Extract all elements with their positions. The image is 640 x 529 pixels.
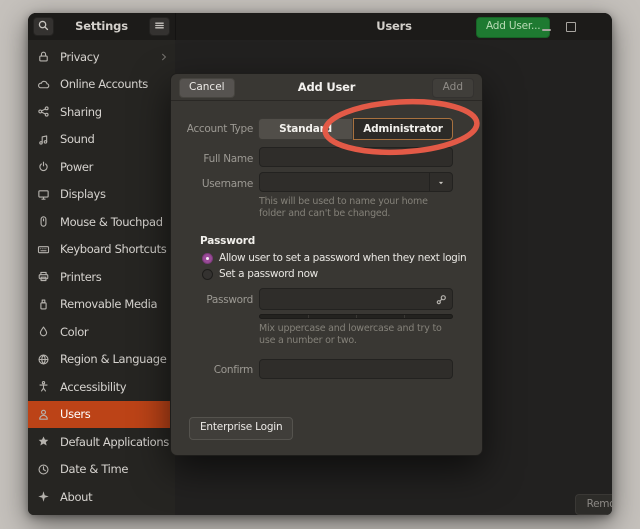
sidebar-item-label: Users — [60, 407, 169, 421]
enterprise-login-button[interactable]: Enterprise Login — [189, 417, 293, 440]
keyboard-icon — [37, 242, 51, 256]
generate-password-icon[interactable] — [434, 292, 448, 311]
clock-icon — [37, 462, 51, 476]
maximize-icon[interactable] — [566, 22, 576, 32]
sidebar-item-label: Printers — [60, 270, 169, 284]
sidebar-item-label: Region & Language — [60, 352, 169, 366]
dialog-header: Add User Cancel Add — [171, 74, 482, 101]
globe-icon — [37, 352, 51, 366]
accessibility-icon — [37, 380, 51, 394]
remove-user-button[interactable]: Remove User... — [575, 494, 612, 515]
sidebar-item-label: About — [60, 490, 169, 504]
sidebar-item-sound[interactable]: Sound — [28, 126, 175, 154]
chevron-right-icon — [159, 47, 169, 66]
username-dropdown-button[interactable] — [429, 173, 452, 191]
sidebar-item-mouse-touchpad[interactable]: Mouse & Touchpad — [28, 208, 175, 236]
sidebar-item-date-time[interactable]: Date & Time — [28, 456, 175, 484]
sidebar-item-label: Sound — [60, 132, 169, 146]
about-icon — [37, 490, 51, 504]
printer-icon — [37, 270, 51, 284]
sidebar-item-keyboard-shortcuts[interactable]: Keyboard Shortcuts — [28, 236, 175, 264]
add-user-dialog: Add User Cancel Add Account Type Standar… — [170, 73, 483, 456]
hamburger-icon — [153, 17, 166, 36]
sidebar-item-label: Online Accounts — [60, 77, 169, 91]
password-input[interactable] — [259, 288, 453, 310]
chevron-down-icon — [436, 173, 446, 192]
sidebar-item-removable-media[interactable]: Removable Media — [28, 291, 175, 319]
password-strength-bar — [259, 314, 453, 319]
cloud-icon — [37, 77, 51, 91]
sidebar-item-color[interactable]: Color — [28, 318, 175, 346]
headerbar-left: Settings — [28, 13, 176, 40]
menu-button[interactable] — [149, 17, 170, 36]
username-label: Username — [171, 178, 253, 190]
mouse-icon — [37, 215, 51, 229]
sidebar-item-displays[interactable]: Displays — [28, 181, 175, 209]
account-type-label: Account Type — [171, 123, 253, 135]
sidebar-item-label: Removable Media — [60, 297, 169, 311]
share-icon — [37, 105, 51, 119]
radio-row-next-login[interactable]: Allow user to set a password when they n… — [202, 252, 466, 264]
radio-selected-icon — [202, 253, 213, 264]
sidebar-item-label: Color — [60, 325, 169, 339]
password-hint: Mix uppercase and lowercase and try to u… — [259, 323, 455, 346]
sidebar-item-label: Sharing — [60, 105, 169, 119]
password-label: Password — [171, 294, 253, 306]
power-icon — [37, 160, 51, 174]
confirm-input[interactable] — [259, 359, 453, 379]
removable-media-icon — [37, 297, 51, 311]
headerbar-right: Users Add User... — [176, 13, 612, 40]
account-type-segment: Standard Administrator — [258, 118, 453, 140]
sidebar-item-label: Default Applications — [60, 435, 169, 449]
sidebar-item-region-language[interactable]: Region & Language — [28, 346, 175, 374]
sidebar: Privacy Online Accounts Sharing Sound Power D… — [28, 40, 175, 515]
settings-window: Settings Users Add User... Privacy Online… — [28, 13, 612, 515]
sidebar-item-sharing[interactable]: Sharing — [28, 98, 175, 126]
sidebar-item-label: Accessibility — [60, 380, 169, 394]
star-icon — [37, 435, 51, 449]
headerbar: Settings Users Add User... — [28, 13, 612, 40]
sidebar-item-default-applications[interactable]: Default Applications — [28, 428, 175, 456]
username-combobox[interactable] — [259, 172, 453, 192]
sound-icon — [37, 132, 51, 146]
cancel-button[interactable]: Cancel — [179, 78, 235, 98]
password-section-title: Password — [200, 235, 255, 247]
full-name-input[interactable] — [259, 147, 453, 167]
minimize-icon[interactable] — [542, 29, 551, 31]
sidebar-item-label: Privacy — [60, 50, 159, 64]
radio-set-now-label: Set a password now — [219, 268, 318, 280]
add-user-button[interactable]: Add User... — [476, 17, 550, 38]
sidebar-item-power[interactable]: Power — [28, 153, 175, 181]
display-icon — [37, 187, 51, 201]
standard-option[interactable]: Standard — [258, 118, 353, 140]
sidebar-item-label: Displays — [60, 187, 169, 201]
add-button[interactable]: Add — [432, 78, 474, 98]
sidebar-item-about[interactable]: About — [28, 483, 175, 511]
sidebar-item-users[interactable]: Users — [28, 401, 175, 429]
sidebar-item-printers[interactable]: Printers — [28, 263, 175, 291]
sidebar-item-label: Date & Time — [60, 462, 169, 476]
confirm-label: Confirm — [171, 364, 253, 376]
sidebar-item-label: Power — [60, 160, 169, 174]
sidebar-item-accessibility[interactable]: Accessibility — [28, 373, 175, 401]
radio-row-set-now[interactable]: Set a password now — [202, 268, 318, 280]
color-icon — [37, 325, 51, 339]
sidebar-item-online-accounts[interactable]: Online Accounts — [28, 71, 175, 99]
radio-unselected-icon — [202, 269, 213, 280]
sidebar-item-label: Mouse & Touchpad — [60, 215, 169, 229]
radio-next-login-label: Allow user to set a password when they n… — [219, 252, 466, 264]
lock-icon — [37, 50, 51, 64]
users-icon — [37, 407, 51, 421]
administrator-option[interactable]: Administrator — [353, 118, 453, 140]
sidebar-item-privacy[interactable]: Privacy — [28, 43, 175, 71]
sidebar-item-label: Keyboard Shortcuts — [60, 242, 169, 256]
full-name-label: Full Name — [171, 153, 253, 165]
username-hint: This will be used to name your home fold… — [259, 196, 455, 219]
